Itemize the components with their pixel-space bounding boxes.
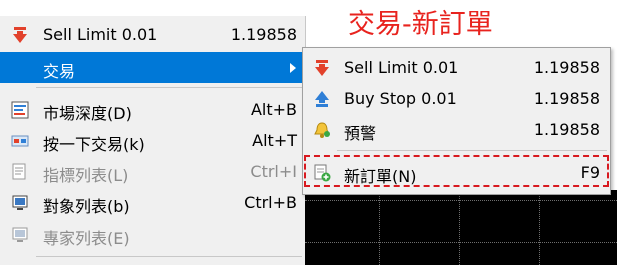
- submenu-item-label: 預警: [344, 124, 377, 143]
- indicator-list-icon: [11, 163, 29, 181]
- menu-item-trade[interactable]: 交易: [0, 52, 305, 83]
- menu-item-expert-list[interactable]: 專家列表(E): [0, 219, 305, 250]
- arrow-up-icon: [313, 90, 331, 108]
- market-depth-icon: [11, 101, 29, 119]
- grid-line: [379, 190, 380, 265]
- annotation-highlight-box: [304, 155, 609, 187]
- arrow-down-icon: [313, 59, 331, 77]
- grid-line: [305, 200, 617, 201]
- menu-item-label: 對象列表(b): [43, 197, 130, 216]
- context-menu: Sell Limit 0.01 1.19858 交易 市場深度(D) Alt+B…: [0, 16, 306, 265]
- menu-item-indicator-list[interactable]: 指標列表(L) Ctrl+I: [0, 156, 305, 187]
- submenu-item-sell-limit[interactable]: Sell Limit 0.01 1.19858: [303, 53, 610, 83]
- expert-list-icon: [11, 226, 29, 244]
- annotation-title: 交易-新訂單: [348, 9, 493, 40]
- menu-item-shortcut: Ctrl+I: [250, 162, 297, 181]
- arrow-down-icon: [11, 26, 29, 44]
- menu-item-label: 按一下交易(k): [43, 135, 145, 154]
- menu-item-label: Sell Limit 0.01: [43, 25, 158, 44]
- submenu-item-price: 1.19858: [533, 120, 600, 139]
- submenu-item-label: Buy Stop 0.01: [344, 89, 457, 108]
- submenu-item-label: Sell Limit 0.01: [344, 58, 459, 77]
- chart-area[interactable]: [305, 190, 617, 265]
- menu-item-object-list[interactable]: 對象列表(b) Ctrl+B: [0, 187, 305, 218]
- submenu-item-price: 1.19858: [533, 58, 600, 77]
- menu-item-label: 交易: [43, 62, 76, 81]
- grid-line: [305, 242, 617, 243]
- menu-item-label: 市場深度(D): [43, 104, 132, 123]
- menu-separator: [36, 87, 302, 88]
- submenu-item-alert[interactable]: 預警 1.19858: [303, 115, 610, 145]
- grid-line: [459, 190, 460, 265]
- menu-item-market-depth[interactable]: 市場深度(D) Alt+B: [0, 94, 305, 125]
- menu-separator: [36, 256, 302, 257]
- menu-item-label: 指標列表(L): [43, 166, 129, 185]
- menu-item-one-click-trading[interactable]: 按一下交易(k) Alt+T: [0, 125, 305, 156]
- grid-line: [539, 190, 540, 265]
- submenu-item-buy-stop[interactable]: Buy Stop 0.01 1.19858: [303, 84, 610, 114]
- object-list-icon: [11, 194, 29, 212]
- menu-item-sell-limit[interactable]: Sell Limit 0.01 1.19858: [0, 19, 305, 50]
- menu-separator: [337, 150, 607, 151]
- menu-item-shortcut: Alt+T: [252, 131, 297, 150]
- menu-item-price: 1.19858: [230, 25, 297, 44]
- alert-bell-icon: [313, 121, 331, 139]
- menu-item-shortcut: Alt+B: [250, 100, 297, 119]
- submenu-item-price: 1.19858: [533, 89, 600, 108]
- one-click-trading-icon: [11, 132, 29, 150]
- menu-item-shortcut: Ctrl+B: [244, 193, 297, 212]
- menu-item-label: 專家列表(E): [43, 229, 130, 248]
- submenu-arrow-icon: [290, 63, 296, 73]
